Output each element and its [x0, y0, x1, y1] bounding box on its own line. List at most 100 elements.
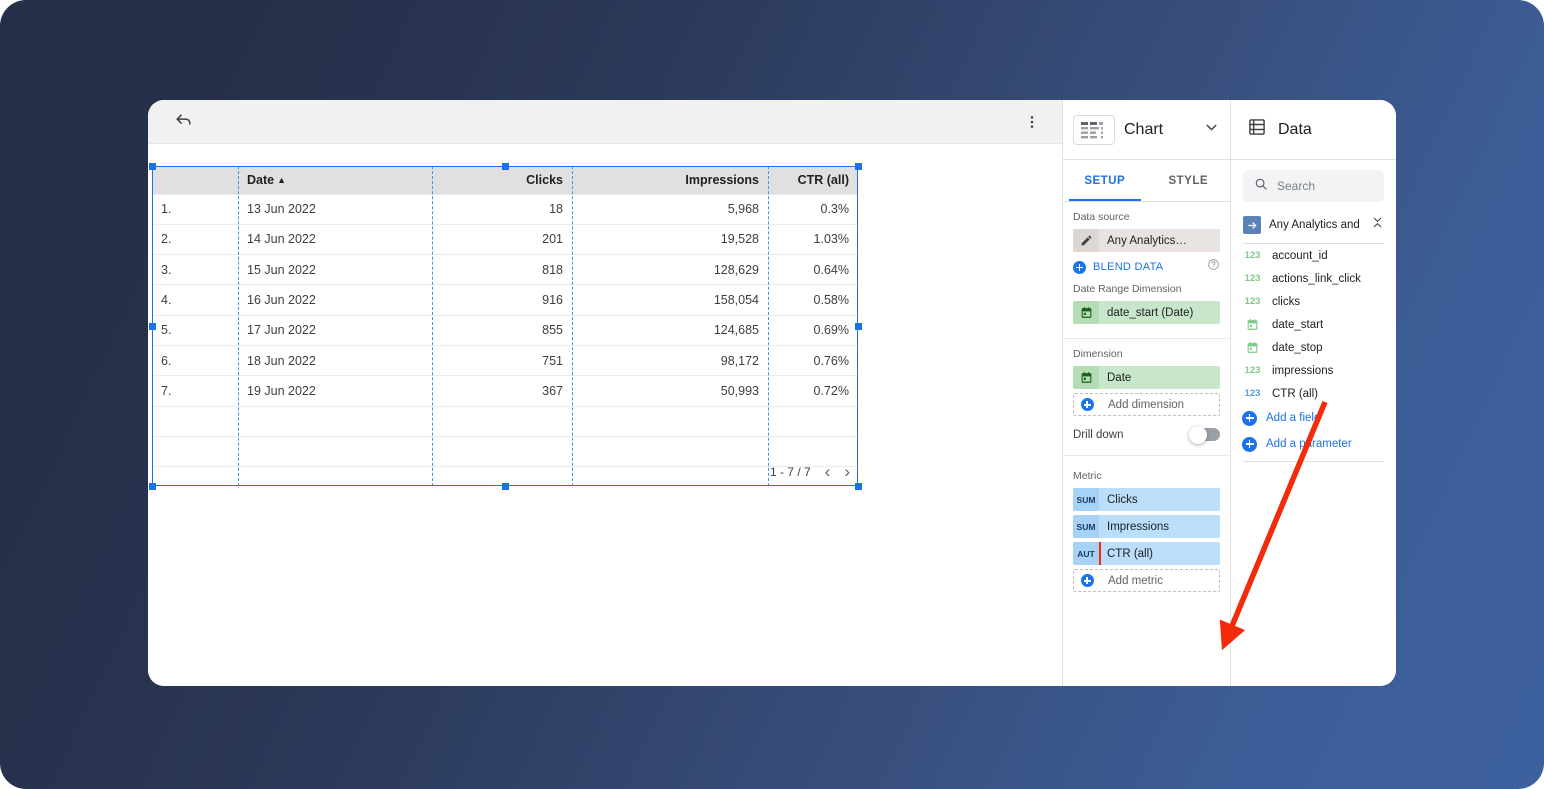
date-range-dimension-title: Date Range Dimension	[1073, 283, 1220, 295]
metric-chip-clicks[interactable]: SUM Clicks	[1073, 488, 1220, 511]
data-field-row[interactable]: date_start	[1231, 313, 1396, 336]
data-field-name: actions_link_click	[1272, 273, 1361, 285]
search-icon	[1254, 177, 1268, 196]
pagination-prev-button[interactable]: ‹	[825, 463, 831, 480]
table-body: 1.13 Jun 2022185,9680.3%2.14 Jun 2022201…	[152, 194, 858, 497]
data-source-chip[interactable]: Any Analytics…	[1073, 229, 1220, 252]
sort-asc-icon[interactable]: ▲	[277, 175, 286, 185]
column-header-date[interactable]: Date▲	[238, 166, 432, 194]
cell-ctr: 0.3%	[768, 194, 858, 224]
help-circle-icon[interactable]	[1207, 258, 1220, 276]
data-field-row[interactable]: 123 account_id	[1231, 244, 1396, 267]
table-row[interactable]: 4.16 Jun 2022916158,0540.58%	[152, 285, 858, 315]
cell-index: 4.	[152, 285, 238, 315]
metric-chip-ctr[interactable]: AUT CTR (all)	[1073, 542, 1220, 565]
resize-handle-bottom-center[interactable]	[502, 483, 509, 490]
column-header-impressions[interactable]: Impressions	[572, 166, 768, 194]
table-row[interactable]: 2.14 Jun 202220119,5281.03%	[152, 224, 858, 254]
add-metric-button[interactable]: Add metric	[1073, 569, 1220, 592]
tab-setup[interactable]: SETUP	[1063, 160, 1147, 201]
data-panel-source-row[interactable]: Any Analytics and …	[1243, 216, 1384, 234]
resize-handle-middle-left[interactable]	[149, 323, 156, 330]
data-table[interactable]: Date▲ Clicks Impressions CTR (all) 1.13 …	[152, 166, 858, 497]
properties-body: Data source Any Analytics… BLEND DATA	[1063, 202, 1230, 686]
data-field-row[interactable]: date_stop	[1231, 336, 1396, 359]
number-icon: 123	[1243, 250, 1262, 261]
properties-tabs: SETUP STYLE	[1063, 160, 1230, 202]
data-panel-action-add-field[interactable]: Add a field	[1231, 405, 1396, 431]
data-field-name: clicks	[1272, 296, 1300, 308]
cell-date: 18 Jun 2022	[238, 345, 432, 375]
number-icon: 123	[1243, 296, 1262, 307]
data-field-row[interactable]: 123impressions	[1231, 359, 1396, 382]
undo-icon[interactable]	[174, 112, 193, 131]
blend-data-button[interactable]: BLEND DATA	[1073, 258, 1220, 276]
cell-clicks: 818	[432, 255, 572, 285]
data-field-row[interactable]: 123actions_link_click	[1231, 267, 1396, 290]
table-row[interactable]: 6.18 Jun 202275198,1720.76%	[152, 345, 858, 375]
column-header-ctr[interactable]: CTR (all)	[768, 166, 858, 194]
cell-empty	[572, 436, 768, 466]
data-table-icon	[1247, 117, 1267, 142]
chevron-down-icon[interactable]	[1203, 119, 1220, 141]
cell-impressions: 19,528	[572, 224, 768, 254]
metric-section-title: Metric	[1073, 470, 1220, 482]
metric-chip-impressions[interactable]: SUM Impressions	[1073, 515, 1220, 538]
data-field-row[interactable]: 123CTR (all)	[1231, 382, 1396, 405]
cell-impressions: 50,993	[572, 376, 768, 406]
column-header-index[interactable]	[152, 166, 238, 194]
table-row[interactable]: 7.19 Jun 202236750,9930.72%	[152, 376, 858, 406]
cell-clicks: 855	[432, 315, 572, 345]
data-panel-actions: Add a field Add a parameter	[1231, 405, 1396, 457]
tab-style[interactable]: STYLE	[1147, 160, 1231, 201]
plus-circle-icon	[1242, 411, 1257, 426]
metric-chip-label: CTR (all)	[1099, 548, 1153, 560]
aut-badge-icon[interactable]: AUT	[1073, 542, 1099, 565]
resize-handle-bottom-right[interactable]	[855, 483, 862, 490]
data-field-name: account_id	[1272, 250, 1328, 262]
cell-impressions: 158,054	[572, 285, 768, 315]
report-editor-window: Date▲ Clicks Impressions CTR (all) 1.13 …	[148, 100, 1396, 686]
cell-date: 17 Jun 2022	[238, 315, 432, 345]
table-row[interactable]: 5.17 Jun 2022855124,6850.69%	[152, 315, 858, 345]
add-dimension-button[interactable]: Add dimension	[1073, 393, 1220, 416]
metric-chip-label: Clicks	[1099, 494, 1138, 506]
cell-empty	[768, 406, 858, 436]
table-selection-frame[interactable]: Date▲ Clicks Impressions CTR (all) 1.13 …	[152, 166, 858, 486]
table-empty-row	[152, 436, 858, 466]
resize-handle-top-left[interactable]	[149, 163, 156, 170]
collapse-icon[interactable]	[1371, 216, 1384, 234]
plus-circle-icon	[1242, 437, 1257, 452]
report-canvas[interactable]: Date▲ Clicks Impressions CTR (all) 1.13 …	[148, 100, 1062, 686]
plus-circle-icon	[1073, 261, 1086, 274]
data-field-row[interactable]: 123 clicks	[1231, 290, 1396, 313]
cell-impressions: 128,629	[572, 255, 768, 285]
data-panel-bottom-divider	[1243, 461, 1384, 462]
date-range-dimension-chip[interactable]: date_start (Date)	[1073, 301, 1220, 324]
table-chart-icon[interactable]	[1073, 115, 1115, 145]
more-vert-icon[interactable]	[1024, 114, 1040, 130]
data-panel-action-label: Add a parameter	[1266, 438, 1352, 450]
table-pagination: 1 - 7 / 7 ‹ ›	[770, 463, 850, 480]
drill-down-toggle[interactable]	[1190, 428, 1220, 441]
dimension-chip-date[interactable]: Date	[1073, 366, 1220, 389]
calendar-icon	[1073, 301, 1099, 324]
cell-index: 2.	[152, 224, 238, 254]
resize-handle-top-right[interactable]	[855, 163, 862, 170]
resize-handle-middle-right[interactable]	[855, 323, 862, 330]
data-panel-action-add-parameter[interactable]: Add a parameter	[1231, 431, 1396, 457]
cell-date: 14 Jun 2022	[238, 224, 432, 254]
resize-handle-bottom-left[interactable]	[149, 483, 156, 490]
calendar-icon	[1243, 341, 1262, 354]
plus-circle-icon	[1074, 398, 1100, 411]
search-input[interactable]: Search	[1243, 170, 1384, 202]
cell-impressions: 5,968	[572, 194, 768, 224]
pagination-next-button[interactable]: ›	[844, 463, 850, 480]
column-header-clicks[interactable]: Clicks	[432, 166, 572, 194]
table-row[interactable]: 3.15 Jun 2022818128,6290.64%	[152, 255, 858, 285]
resize-handle-top-center[interactable]	[502, 163, 509, 170]
sum-badge-icon: SUM	[1073, 515, 1099, 538]
table-row[interactable]: 1.13 Jun 2022185,9680.3%	[152, 194, 858, 224]
chart-properties-panel: Chart SETUP STYLE Data source	[1062, 100, 1230, 686]
cell-empty	[238, 467, 432, 497]
